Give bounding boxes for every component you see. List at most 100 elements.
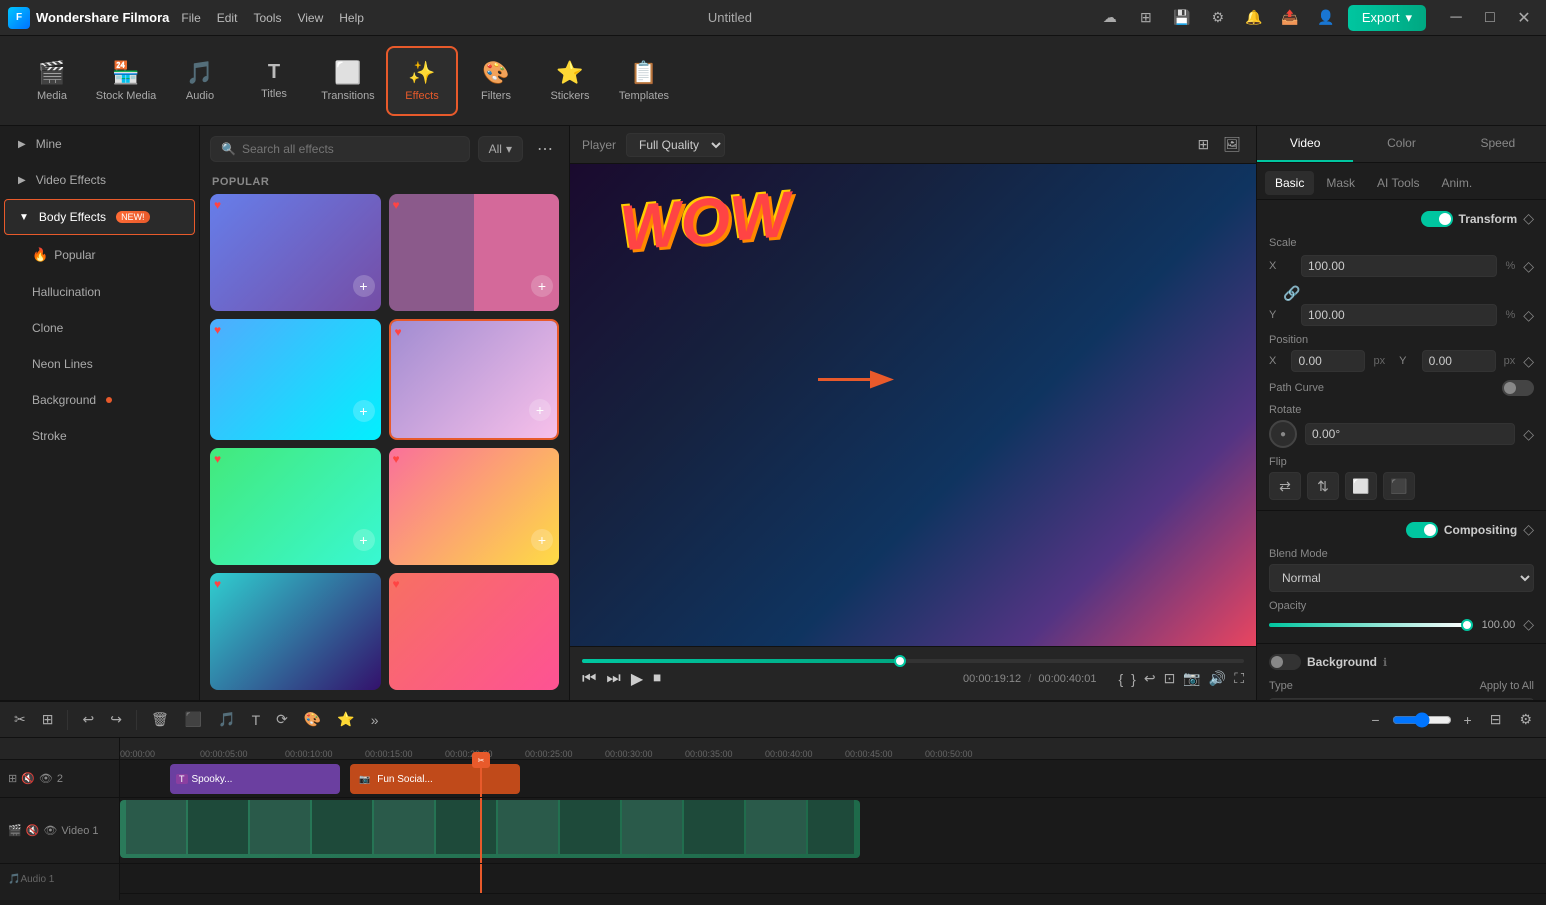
sidebar-item-body-effects[interactable]: ▼ Body Effects NEW! — [4, 199, 195, 235]
opacity-handle[interactable] — [1461, 619, 1473, 631]
pos-y-input[interactable] — [1429, 354, 1489, 368]
pos-x-input-wrap[interactable] — [1291, 350, 1365, 372]
rotate-input[interactable] — [1312, 427, 1508, 441]
zoom-out-button[interactable]: − — [1365, 708, 1385, 732]
tool-effects[interactable]: ✨ Effects — [386, 46, 458, 116]
prev-frame-button[interactable]: ⏭ — [606, 670, 620, 688]
tab-color[interactable]: Color — [1353, 126, 1449, 162]
compositing-keyframe-icon[interactable]: ◇ — [1523, 521, 1534, 538]
sidebar-item-mine[interactable]: ▶ Mine — [4, 127, 195, 161]
menu-tools[interactable]: Tools — [253, 11, 281, 25]
effect-card-ai-beautify[interactable]: Before After ♥ + AI Beautify — [389, 194, 560, 311]
add-electric-button[interactable]: + — [529, 399, 551, 421]
scale-x-input[interactable] — [1308, 259, 1490, 273]
mark-in-button[interactable]: { — [1118, 671, 1123, 687]
close-button[interactable]: ✕ — [1510, 4, 1538, 32]
overwrite-button[interactable]: ⊡ — [1164, 670, 1176, 687]
background-info-icon[interactable]: ℹ — [1383, 656, 1387, 669]
sidebar-item-clone[interactable]: Clone — [4, 311, 195, 345]
delete-button[interactable]: 🗑 — [145, 707, 175, 732]
volume-icon[interactable]: 🔊 — [1209, 670, 1226, 687]
opacity-slider[interactable] — [1269, 623, 1467, 627]
flip-4[interactable]: ⬛ — [1383, 472, 1415, 500]
effect-card-vortex[interactable]: ♥ + Vortex Rings — [210, 319, 381, 440]
zoom-slider[interactable] — [1392, 712, 1452, 728]
maximize-button[interactable]: □ — [1476, 4, 1504, 32]
quality-select[interactable]: Full Quality — [626, 133, 725, 157]
clip-spooky[interactable]: T Spooky... — [170, 764, 340, 794]
effect-card-more2[interactable]: ♥ Fire Burst — [389, 573, 560, 690]
tab-video[interactable]: Video — [1257, 126, 1353, 162]
sidebar-item-background[interactable]: Background — [4, 383, 195, 417]
tool-templates[interactable]: 📋 Templates — [608, 46, 680, 116]
mark-out-button[interactable]: } — [1131, 671, 1136, 687]
blend-mode-select[interactable]: Normal Multiply Screen Overlay — [1269, 564, 1534, 592]
track-v1-lock-icon[interactable]: 👁 — [43, 824, 57, 837]
rotate-dial[interactable]: ● — [1269, 420, 1297, 448]
account-icon[interactable]: 👤 — [1312, 4, 1340, 32]
settings-tl-button[interactable]: ⚙ — [1513, 707, 1538, 732]
progress-bar[interactable] — [582, 659, 1244, 663]
flip-vertical-button[interactable]: ⇅ — [1307, 472, 1339, 500]
snapshot-icon[interactable]: 🖼 — [1220, 133, 1244, 156]
filter-button[interactable]: All ▾ — [478, 136, 523, 162]
scale-x-keyframe-icon[interactable]: ◇ — [1523, 258, 1534, 275]
export-button[interactable]: Export ▾ — [1348, 5, 1426, 31]
sidebar-item-neon-lines[interactable]: Neon Lines — [4, 347, 195, 381]
tool-media[interactable]: 🎬 Media — [16, 46, 88, 116]
progress-handle[interactable] — [894, 655, 906, 667]
cloud-icon[interactable]: ☁ — [1096, 4, 1124, 32]
tl-text-button[interactable]: T — [246, 708, 267, 732]
scale-y-input-wrap[interactable] — [1301, 304, 1497, 326]
sub-tab-basic[interactable]: Basic — [1265, 171, 1314, 195]
tl-speed-button[interactable]: ⟳ — [270, 707, 294, 732]
zoom-in-button[interactable]: + — [1458, 708, 1478, 732]
screenshot-button[interactable]: 📷 — [1183, 670, 1200, 687]
settings-icon[interactable]: ⚙ — [1204, 4, 1232, 32]
flip-3[interactable]: ⬜ — [1345, 472, 1377, 500]
track-v1-mute-icon[interactable]: 🔇 — [26, 824, 40, 837]
share-icon[interactable]: 📤 — [1276, 4, 1304, 32]
tool-filters[interactable]: 🎨 Filters — [460, 46, 532, 116]
menu-help[interactable]: Help — [339, 11, 364, 25]
effect-card-more1[interactable]: ♥ Glitch Neon — [210, 573, 381, 690]
layout-toggle[interactable]: ⊟ — [1484, 707, 1508, 732]
track-2-lock-icon[interactable]: 👁 — [39, 772, 53, 785]
flip-horizontal-button[interactable]: ⇄ — [1269, 472, 1301, 500]
redo-button[interactable]: ↪ — [104, 707, 128, 732]
path-curve-toggle[interactable] — [1502, 380, 1534, 396]
add-ai-beautify-button[interactable]: + — [531, 275, 553, 297]
effect-card-beautify[interactable]: ♥ + Beautify — [210, 194, 381, 311]
menu-file[interactable]: File — [181, 11, 200, 25]
fullscreen-button[interactable]: ⛶ — [1234, 670, 1244, 687]
sub-tab-anim[interactable]: Anim. — [1431, 171, 1482, 195]
scale-x-input-wrap[interactable] — [1301, 255, 1497, 277]
transform-keyframe-icon[interactable]: ◇ — [1523, 210, 1534, 227]
play-button[interactable]: ▶ — [631, 669, 643, 689]
sub-tab-ai-tools[interactable]: AI Tools — [1367, 171, 1429, 195]
notify-icon[interactable]: 🔔 — [1240, 4, 1268, 32]
tl-color-button[interactable]: 🎨 — [298, 707, 327, 732]
more-options-button[interactable]: ⋯ — [531, 137, 559, 161]
opacity-keyframe-icon[interactable]: ◇ — [1523, 616, 1534, 633]
tool-stock-media[interactable]: 🏪 Stock Media — [90, 46, 162, 116]
add-beautify-button[interactable]: + — [353, 275, 375, 297]
split-button[interactable]: ✂ — [8, 707, 32, 732]
tool-transitions[interactable]: ⬜ Transitions — [312, 46, 384, 116]
rotate-keyframe-icon[interactable]: ◇ — [1523, 426, 1534, 443]
stop-button[interactable]: ⏹ — [653, 670, 661, 688]
tool-audio[interactable]: 🎵 Audio — [164, 46, 236, 116]
apply-to-all[interactable]: Apply to All — [1480, 680, 1534, 692]
transform-toggle[interactable] — [1421, 211, 1453, 227]
compositing-toggle[interactable] — [1406, 522, 1438, 538]
menu-view[interactable]: View — [297, 11, 323, 25]
undo-button[interactable]: ↩ — [76, 707, 100, 732]
sidebar-item-hallucination[interactable]: Hallucination — [4, 275, 195, 309]
tool-stickers[interactable]: ⭐ Stickers — [534, 46, 606, 116]
effect-card-lightning[interactable]: ♥ + Lightning Vortex — [210, 448, 381, 565]
clip-social[interactable]: 📷 Fun Social... — [350, 764, 520, 794]
pos-keyframe-icon[interactable]: ◇ — [1523, 353, 1534, 370]
tool-titles[interactable]: T Titles — [238, 46, 310, 116]
scale-y-keyframe-icon[interactable]: ◇ — [1523, 307, 1534, 324]
rewind-button[interactable]: ⏮ — [582, 670, 596, 688]
